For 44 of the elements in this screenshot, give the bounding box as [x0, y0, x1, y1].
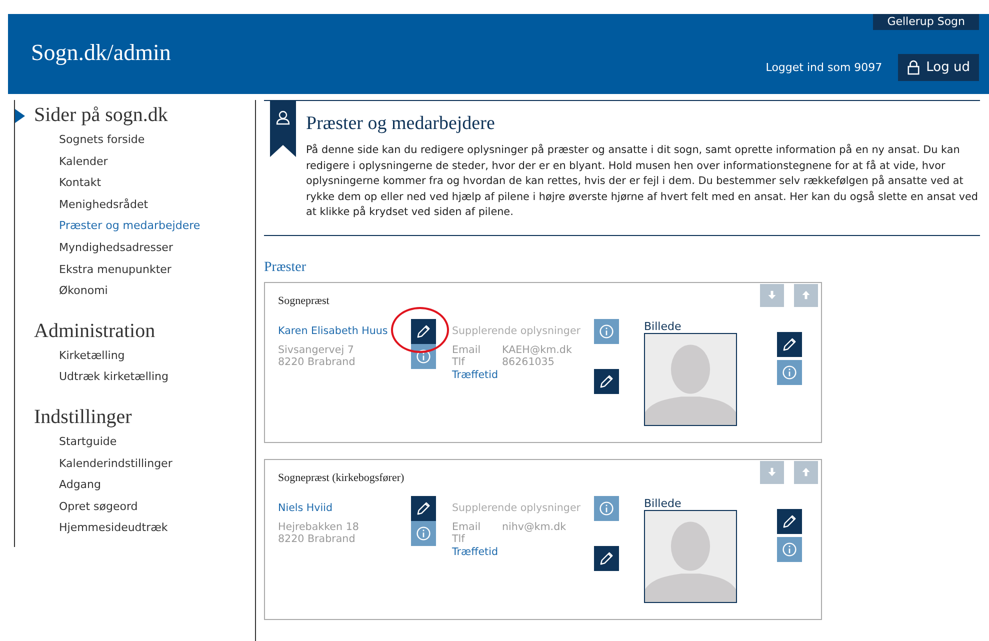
sidebar-item[interactable]: Adgang: [15, 474, 255, 496]
sidebar-item[interactable]: Udtræk kirketælling: [15, 366, 255, 388]
page-description: På denne side kan du redigere oplysninger på præster og ansatte i dit sogn, samt oprette information på en ny ansat. Du kan redigere i oplysningerne de steder, hvor der er en blyant. Hold musen hen over informationstegnene for at få at vide, hvor oplysningerne kommer fra og hvordan de kan rettes, hvis der er fejl i dem. Du bestemmer selv rækkefølgen på ansatte ved at rykke dem op eller ned ved hjælp af pilene i højre øverste hjørne af hvert felt med en ansat. Her kan du også slette en ansat ved at klikke på krydset ved siden af pilene.: [306, 143, 980, 220]
email-value: KAEH@km.dk: [502, 344, 573, 356]
site-title[interactable]: Sogn.dk/admin: [8, 14, 171, 94]
sidebar-item[interactable]: Sognets forside: [15, 129, 255, 151]
address-text: Hejrebakken 18 8220 Brabrand: [278, 520, 360, 546]
staff-name[interactable]: Niels Hviid: [278, 502, 411, 514]
section-title: Præster: [264, 260, 307, 276]
email-label: Email: [452, 344, 482, 356]
logout-button[interactable]: Log ud: [898, 54, 979, 81]
logged-in-label: Logget ind som 9097: [766, 61, 882, 74]
sidebar-item[interactable]: Ekstra menupunkter: [15, 258, 255, 280]
sidebar-item[interactable]: Opret søgeord: [15, 496, 255, 518]
sidebar-item[interactable]: Startguide: [15, 430, 255, 453]
sidebar-item[interactable]: Kirketælling: [15, 344, 255, 366]
supplementary-label: Supplerende oplysninger: [452, 502, 582, 514]
office-hours-link[interactable]: Træffetid: [452, 368, 594, 381]
sidebar-heading: Administration: [34, 320, 156, 343]
sidebar-item[interactable]: Kontakt: [15, 172, 255, 194]
sidebar-item[interactable]: Hjemmesideudtræk: [15, 517, 255, 539]
sidebar-item[interactable]: Præster og medarbejdere: [15, 215, 255, 237]
supplementary-label: Supplerende oplysninger: [452, 324, 582, 336]
sidebar-heading: Sider på sogn.dk: [34, 104, 169, 127]
email-label: Email: [452, 520, 482, 533]
sidebar-heading: Indstillinger: [34, 406, 133, 429]
sidebar-item[interactable]: Kalenderindstillinger: [15, 452, 255, 474]
staff-name[interactable]: Karen Elisabeth Huus: [278, 324, 411, 336]
parish-button[interactable]: Gellerup Sogn: [873, 14, 979, 30]
sidebar-item[interactable]: Menighedsrådet: [15, 194, 255, 216]
office-hours-link[interactable]: Træffetid: [452, 546, 594, 558]
sidebar-item[interactable]: Økonomi: [15, 280, 255, 302]
phone-label: Tlf: [452, 356, 466, 368]
page-title: Præster og medarbejdere: [306, 113, 496, 135]
picture-label: Billede: [644, 320, 682, 332]
sidebar-item[interactable]: Kalender: [15, 150, 255, 172]
sidebar-item[interactable]: Myndighedsadresser: [15, 236, 255, 259]
picture-label: Billede: [644, 498, 682, 510]
phone-value: 86261035: [502, 356, 556, 368]
role-title: Sognepræst: [278, 294, 330, 306]
phone-label: Tlf: [452, 533, 466, 546]
role-title: Sognepræst (kirkebogsfører): [278, 472, 404, 484]
email-value: nihv@km.dk: [502, 520, 568, 533]
address-text: Sivsangervej 7 8220 Brabrand: [278, 344, 356, 368]
